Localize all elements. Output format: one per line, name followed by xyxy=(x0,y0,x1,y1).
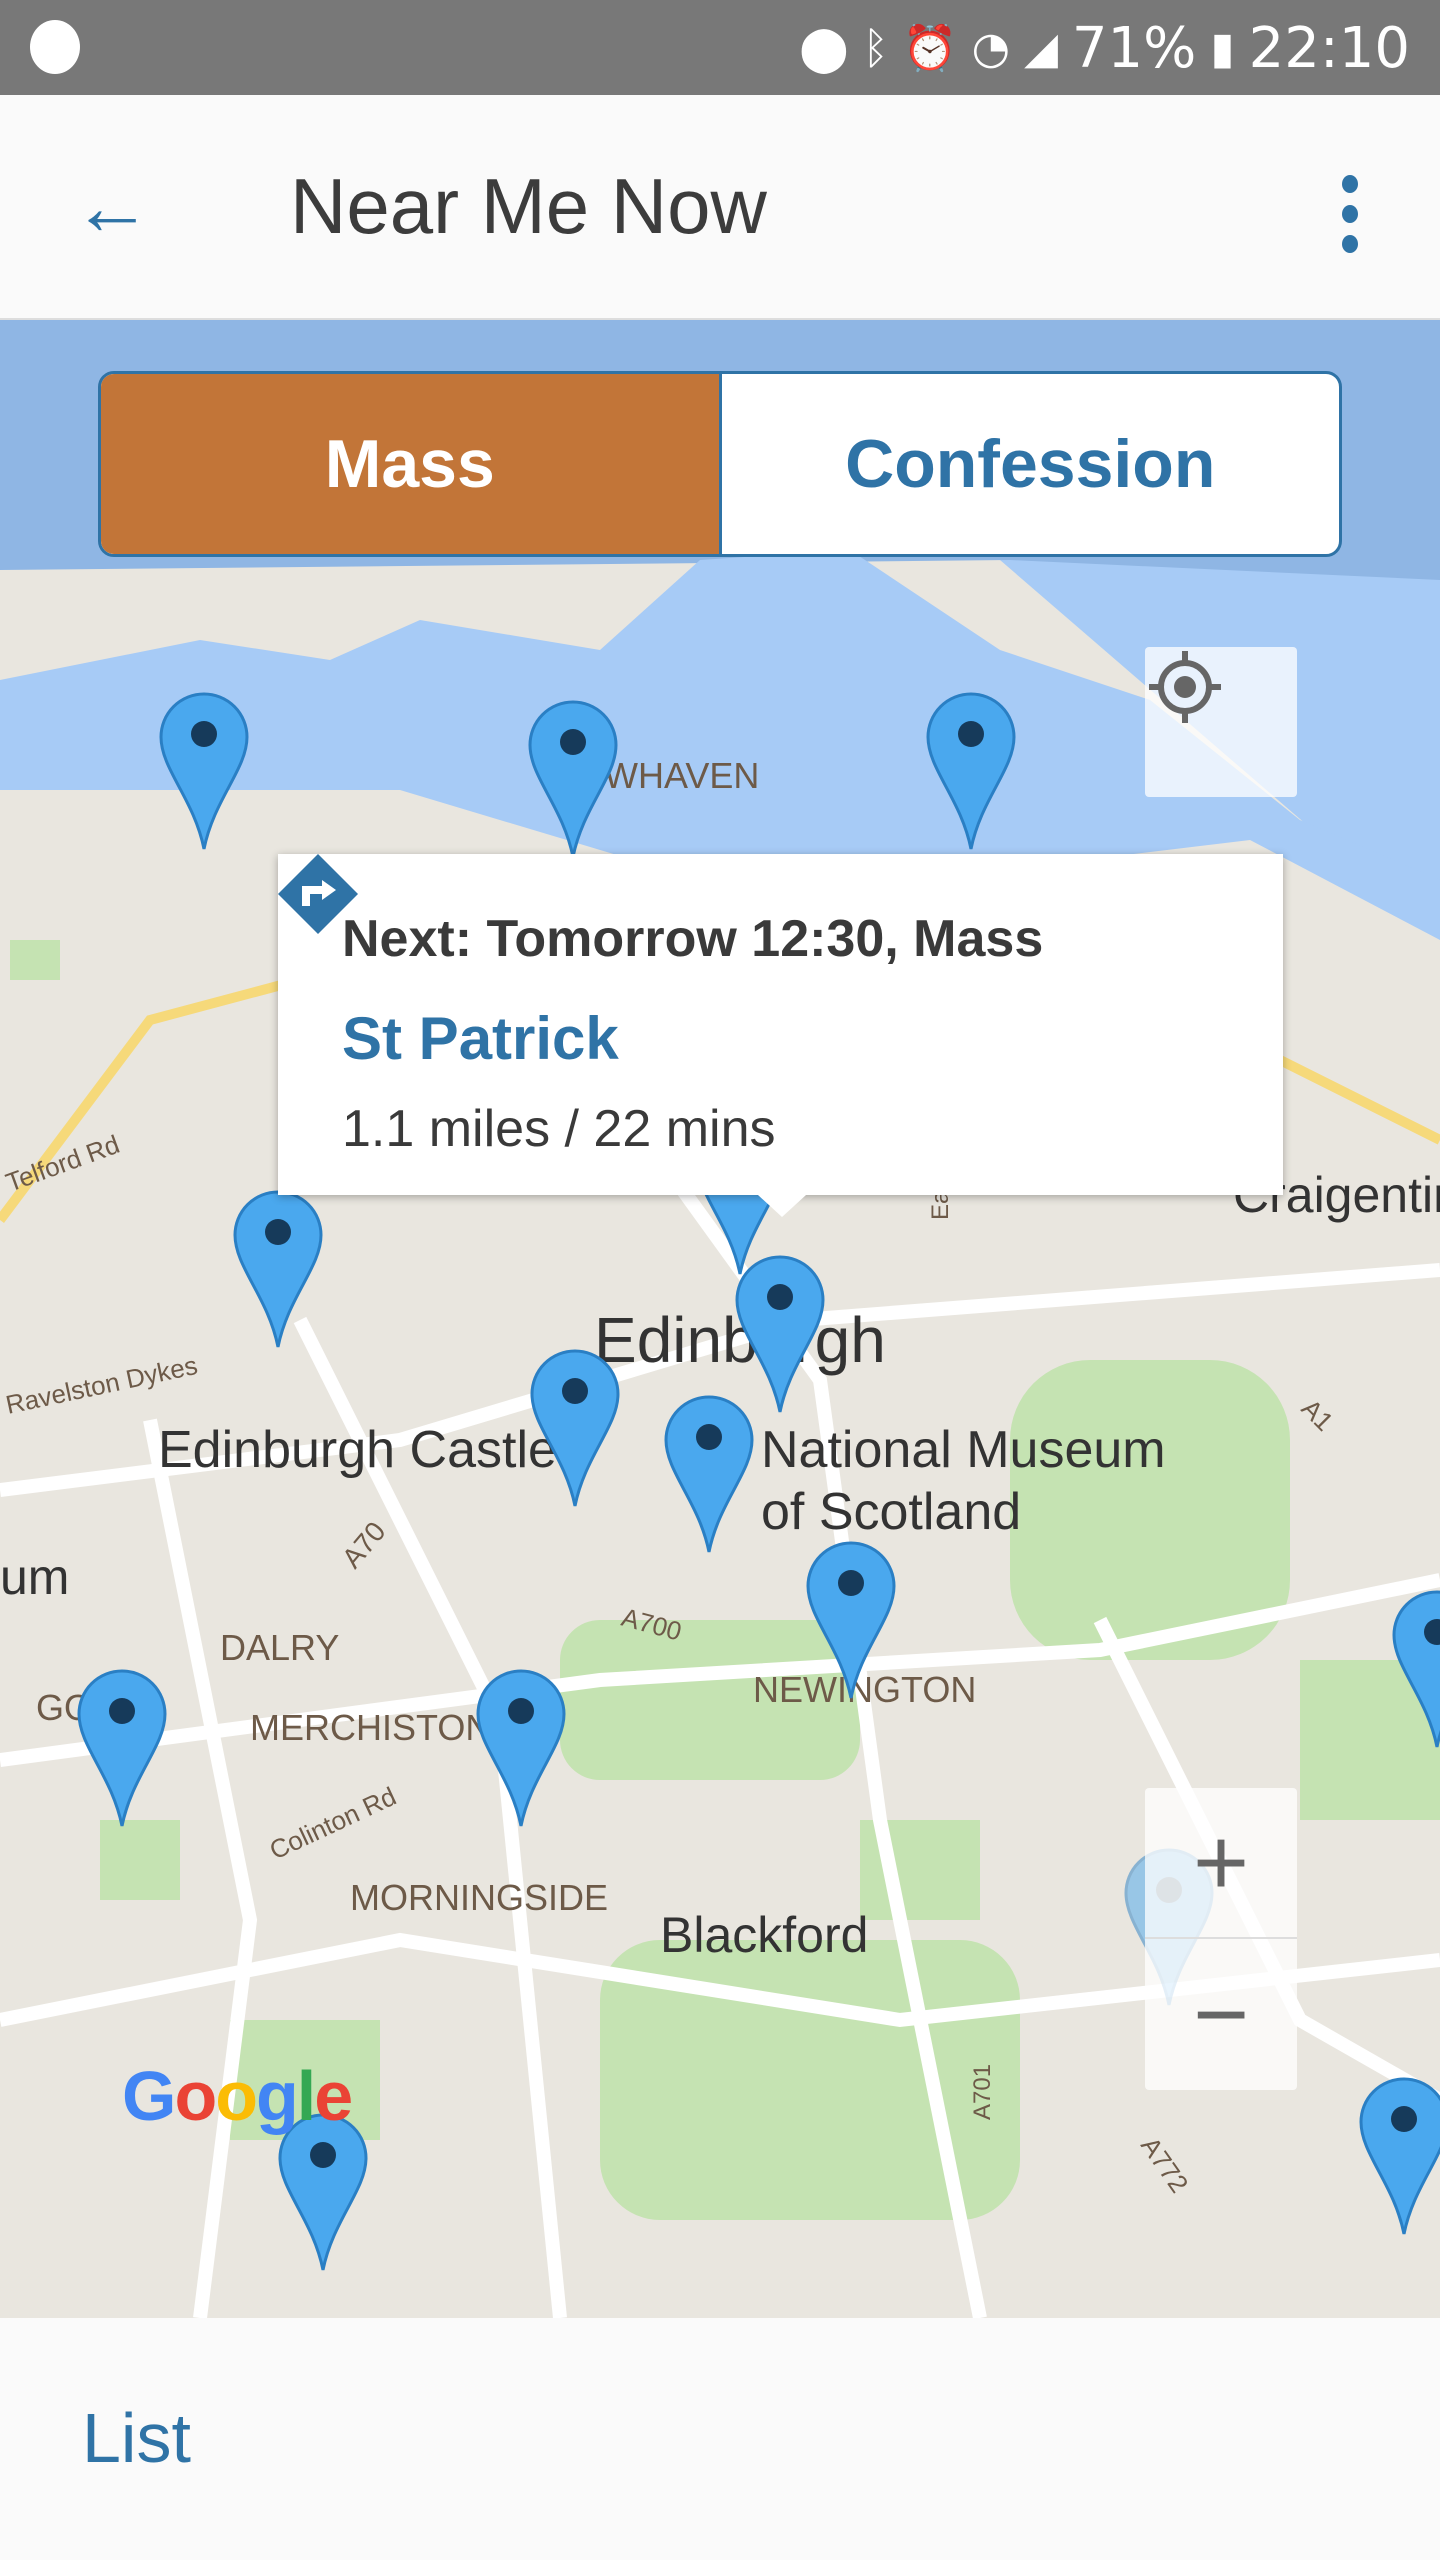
church-info-popup[interactable]: Next: Tomorrow 12:30, Mass St Patrick 1.… xyxy=(278,854,1283,1217)
distance-time: 1.1 miles / 22 mins xyxy=(342,1100,776,1158)
clock: 22:10 xyxy=(1248,15,1410,81)
battery-percent: 71% xyxy=(1071,15,1197,81)
status-bar: ⬤ ᛒ ⏰ ◔ ◢ 71% ▮ 22:10 xyxy=(0,0,1440,95)
map-label-um: um xyxy=(0,1549,69,1605)
zoom-out-button[interactable]: − xyxy=(1145,1939,1297,2090)
map-label-blackford: Blackford xyxy=(660,1907,868,1963)
map-label-a701: A701 xyxy=(969,2064,996,2120)
mass-confession-toggle[interactable]: Mass Confession xyxy=(98,371,1342,557)
bluetooth-icon: ᛒ xyxy=(862,22,889,74)
map-label-merchiston: MERCHISTON xyxy=(250,1707,491,1748)
bottom-bar: List xyxy=(0,2318,1440,2560)
next-service: Next: Tomorrow 12:30, Mass xyxy=(342,910,1044,968)
more-vertical-icon xyxy=(1342,175,1358,193)
wifi-icon: ◔ xyxy=(971,22,1011,74)
tab-confession[interactable]: Confession xyxy=(722,374,1340,554)
alarm-icon: ⏰ xyxy=(902,23,958,74)
map-label-morningside: MORNINGSIDE xyxy=(350,1877,608,1918)
app-bar: ← Near Me Now xyxy=(0,95,1440,320)
battery-charging-icon: ▮ xyxy=(1210,22,1235,74)
map-label-museum1: National Museum xyxy=(761,1421,1166,1479)
tab-mass[interactable]: Mass xyxy=(101,374,722,554)
location-icon: ⬤ xyxy=(799,22,849,74)
list-button[interactable]: List xyxy=(82,2398,191,2478)
page-title: Near Me Now xyxy=(290,162,767,250)
more-options-button[interactable] xyxy=(1330,175,1370,255)
map-label-newhaven: WHAVEN xyxy=(604,755,759,796)
directions-icon[interactable] xyxy=(278,854,358,934)
map-label-dalry: DALRY xyxy=(220,1627,339,1668)
back-button[interactable]: ← xyxy=(72,167,152,247)
zoom-in-button[interactable]: + xyxy=(1145,1788,1297,1939)
map-label-castle: Edinburgh Castle xyxy=(158,1421,557,1479)
google-logo: Google xyxy=(122,2057,353,2135)
arrow-left-icon: ← xyxy=(72,162,152,251)
my-location-button[interactable] xyxy=(1145,647,1297,797)
map-label-museum2: of Scotland xyxy=(761,1483,1021,1541)
map-label-newington: NEWINGTON xyxy=(753,1669,976,1710)
spotify-icon xyxy=(30,20,80,74)
zoom-controls: + − xyxy=(1145,1788,1297,2090)
church-name[interactable]: St Patrick xyxy=(342,1004,619,1073)
map[interactable]: WHAVEN Craigentin Telford Rd Ravelston Dyke… xyxy=(0,320,1440,2318)
signal-icon: ◢ xyxy=(1024,22,1058,74)
my-location-icon xyxy=(1149,651,1221,723)
